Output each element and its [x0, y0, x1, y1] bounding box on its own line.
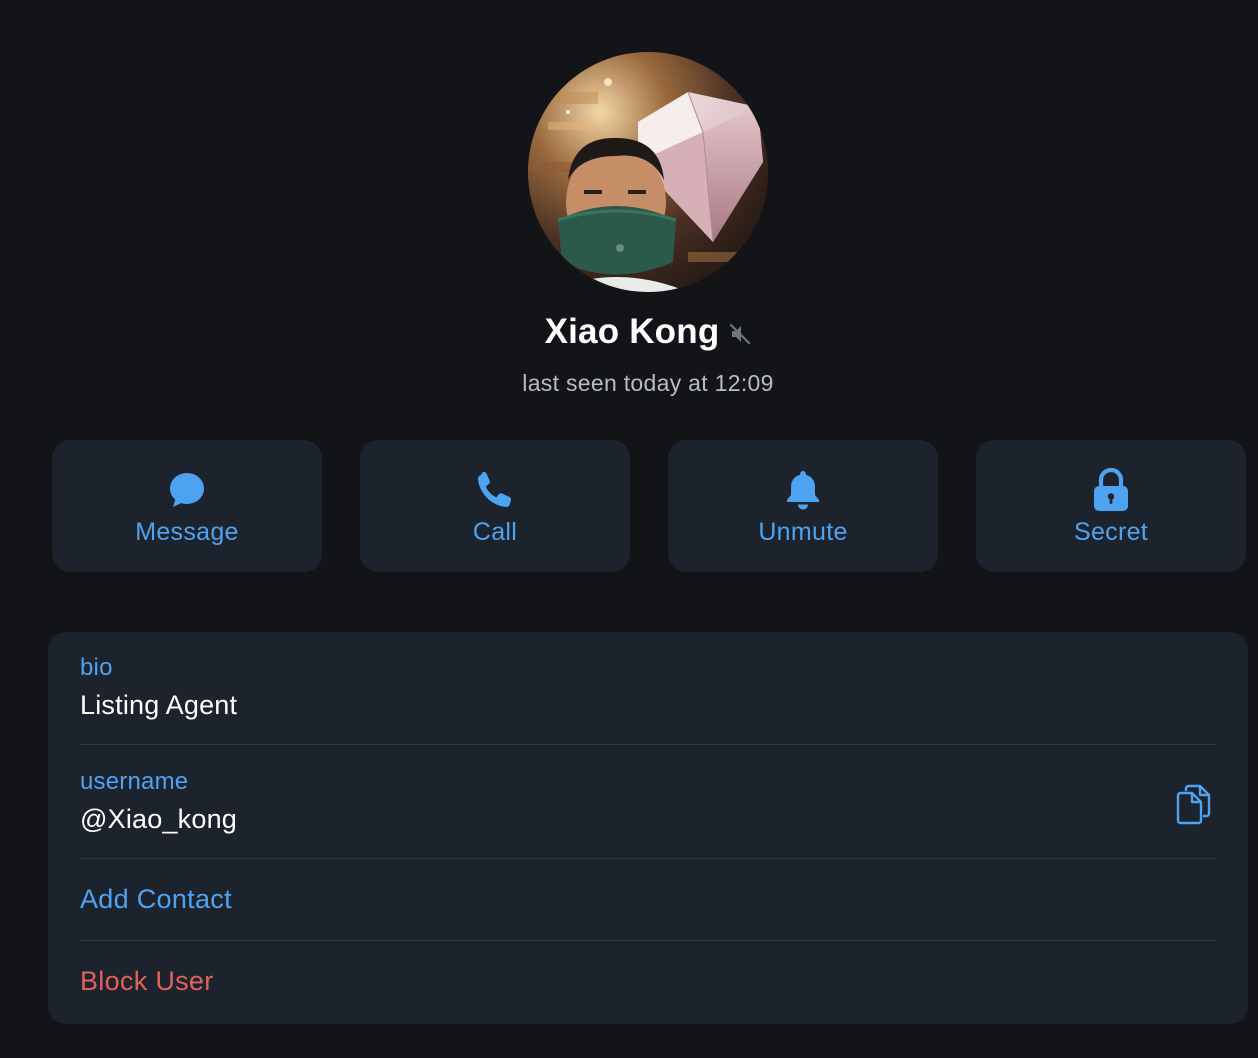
profile-name-row: Xiao Kong — [0, 312, 1258, 352]
phone-icon — [473, 468, 517, 512]
speaker-muted-icon — [729, 323, 751, 345]
username-label: username — [80, 768, 189, 795]
last-seen-status: last seen today at 12:09 — [522, 370, 774, 396]
lock-icon — [1089, 467, 1133, 512]
message-label: Message — [135, 518, 239, 546]
secret-label: Secret — [1073, 518, 1149, 546]
secret-chat-button[interactable]: Secret — [976, 440, 1246, 572]
add-contact-button[interactable]: Add Contact — [80, 884, 1216, 915]
profile-avatar[interactable] — [528, 52, 768, 292]
bell-icon — [781, 468, 825, 512]
divider — [80, 940, 1216, 941]
bio-row[interactable]: bio Listing Agent — [80, 654, 1216, 721]
divider — [80, 744, 1216, 745]
profile-info-card: bio Listing Agent username @Xiao_kong Ad… — [48, 632, 1248, 1024]
profile-name: Xiao Kong — [544, 312, 720, 351]
chat-bubble-icon — [165, 468, 209, 512]
block-user-row[interactable]: Block User — [80, 966, 1216, 997]
divider — [80, 858, 1216, 859]
call-button[interactable]: Call — [360, 440, 630, 572]
block-user-button[interactable]: Block User — [80, 966, 1216, 997]
username-row[interactable]: username @Xiao_kong — [80, 768, 1216, 835]
unmute-label: Unmute — [758, 518, 848, 546]
username-value: @Xiao_kong — [80, 804, 238, 834]
add-contact-row[interactable]: Add Contact — [80, 884, 1216, 915]
bio-label: bio — [80, 654, 113, 681]
profile-page: Xiao Kong last seen today at 12:09 Messa… — [0, 0, 1258, 1058]
copy-icon[interactable] — [1172, 782, 1216, 826]
avatar-photo — [528, 52, 768, 292]
bio-value: Listing Agent — [80, 690, 238, 720]
message-button[interactable]: Message — [52, 440, 322, 572]
call-label: Call — [472, 518, 518, 546]
unmute-button[interactable]: Unmute — [668, 440, 938, 572]
